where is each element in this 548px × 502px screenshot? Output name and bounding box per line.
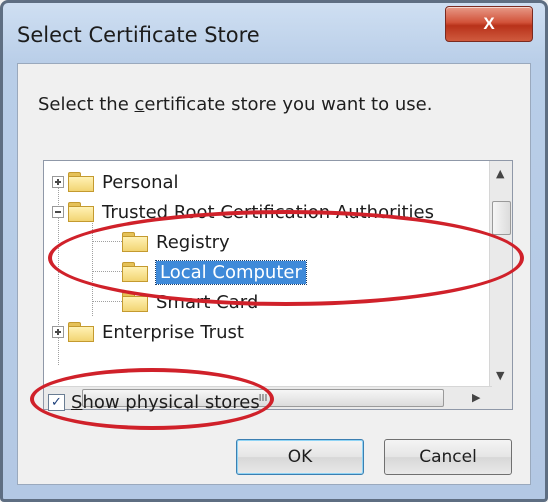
scroll-up-icon[interactable]: ▲	[496, 167, 504, 180]
folder-icon	[68, 172, 94, 192]
tree-item-personal[interactable]: Personal	[52, 167, 179, 197]
tree-item-label-selected: Local Computer	[155, 259, 307, 285]
window-title: Select Certificate Store	[17, 23, 260, 47]
expand-icon[interactable]	[52, 326, 64, 338]
tree-connector	[92, 301, 122, 302]
scrollbar-corner	[490, 387, 512, 409]
prompt-text-after: ertificate store you want to use.	[144, 94, 433, 115]
scroll-grip-icon: III	[258, 392, 268, 404]
tree-item-registry[interactable]: Registry	[122, 227, 230, 257]
folder-icon	[68, 322, 94, 342]
folder-icon	[122, 262, 148, 282]
tree-item-smart-card[interactable]: Smart Card	[122, 287, 258, 317]
show-physical-stores-option[interactable]: ✓ Show physical stores	[48, 392, 260, 413]
instruction-text: Select the certificate store you want to…	[38, 94, 432, 115]
label-accel-key: S	[71, 392, 83, 413]
show-physical-stores-checkbox[interactable]: ✓	[48, 394, 65, 411]
certificate-store-tree[interactable]: Personal Trusted Root Certification Auth…	[43, 160, 513, 410]
vertical-scroll-thumb[interactable]	[492, 201, 511, 235]
scroll-down-icon[interactable]: ▼	[496, 369, 504, 382]
tree-item-label: Registry	[156, 231, 230, 253]
collapse-icon[interactable]	[52, 206, 64, 218]
vertical-scrollbar[interactable]: ▲ ▼	[489, 161, 512, 389]
tree-item-trusted-root[interactable]: Trusted Root Certification Authorities	[52, 197, 434, 227]
label-rest: how physical stores	[82, 392, 260, 413]
folder-icon	[68, 202, 94, 222]
expand-icon[interactable]	[52, 176, 64, 188]
tree-item-label: Enterprise Trust	[102, 321, 244, 343]
dialog-body: Select the certificate store you want to…	[17, 63, 531, 485]
tree-item-label: Smart Card	[156, 291, 259, 313]
tree-item-enterprise-trust[interactable]: Enterprise Trust	[52, 317, 244, 347]
prompt-accel-key: c	[134, 94, 145, 115]
prompt-text-before: Select the	[38, 94, 135, 115]
close-button[interactable]: X	[445, 6, 533, 42]
close-icon: X	[483, 14, 495, 33]
select-certificate-store-dialog: Select Certificate Store X Select the ce…	[0, 0, 548, 502]
tree-connector	[92, 271, 122, 272]
checkmark-icon: ✓	[51, 395, 62, 410]
show-physical-stores-label: Show physical stores	[71, 392, 260, 413]
tree-item-label: Trusted Root Certification Authorities	[102, 201, 434, 223]
tree-item-label: Personal	[102, 171, 179, 193]
folder-icon	[122, 232, 148, 252]
tree-connector	[92, 241, 122, 242]
cancel-button[interactable]: Cancel	[384, 439, 512, 475]
ok-button[interactable]: OK	[236, 439, 364, 475]
scroll-right-icon[interactable]: ▶	[472, 391, 480, 404]
tree-item-local-computer[interactable]: Local Computer	[122, 257, 307, 287]
folder-icon	[122, 292, 148, 312]
title-bar[interactable]: Select Certificate Store X	[3, 3, 545, 63]
